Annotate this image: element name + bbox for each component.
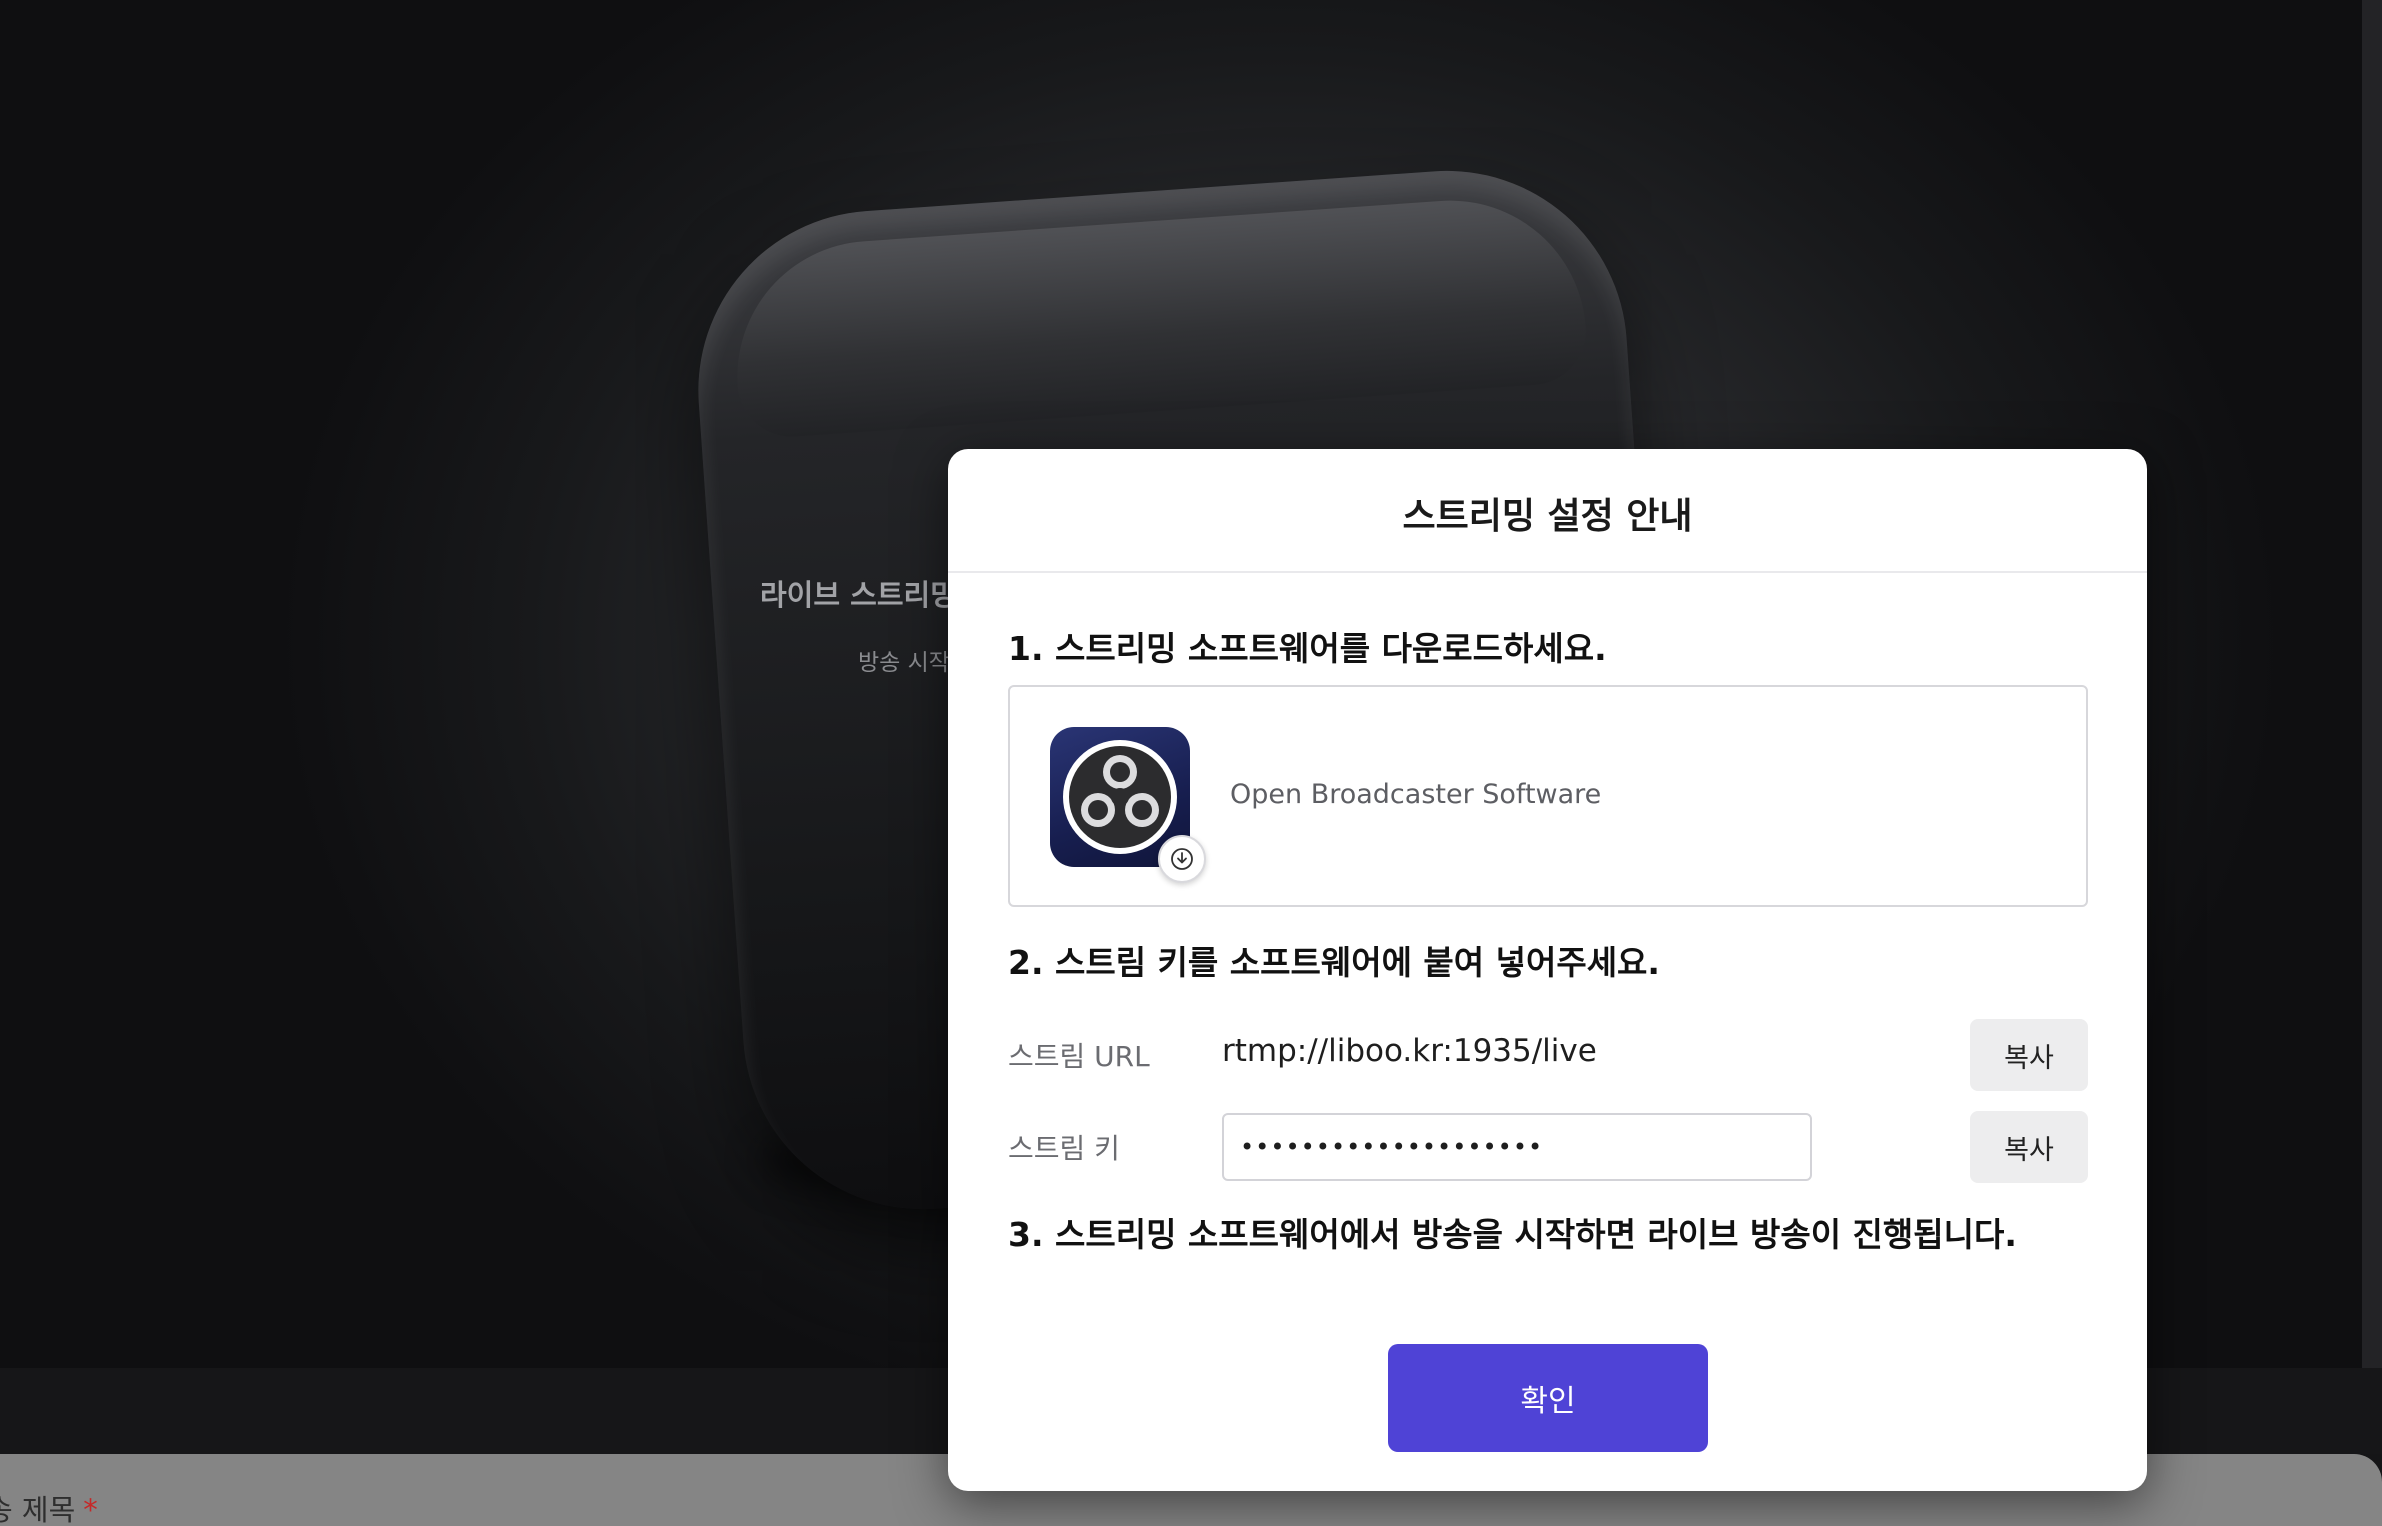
stream-key-label: 스트림 키 bbox=[1008, 1132, 1120, 1165]
download-icon[interactable] bbox=[1158, 835, 1206, 883]
copy-key-button[interactable]: 복사 bbox=[1970, 1111, 2088, 1183]
confirm-button[interactable]: 확인 bbox=[1388, 1344, 1708, 1452]
stream-key-input[interactable] bbox=[1222, 1113, 1812, 1181]
step-2-heading: 2. 스트림 키를 소프트웨어에 붙여 넣어주세요. bbox=[1008, 943, 1660, 982]
software-download-card[interactable]: Open Broadcaster Software bbox=[1008, 685, 2088, 907]
device-top-highlight bbox=[728, 191, 1590, 441]
preview-subtitle: 방송 시작 bbox=[858, 650, 950, 676]
broadcast-title-label-text: 송 제목 bbox=[0, 1493, 76, 1526]
download-arrow-graphic bbox=[1171, 848, 1193, 870]
copy-url-button[interactable]: 복사 bbox=[1970, 1019, 2088, 1091]
screen: 라이브 스트리밍 방송 시작 송 제목* 스트리밍 설정 안내 1. 스트리밍 … bbox=[0, 0, 2382, 1526]
right-edge-strip bbox=[2362, 0, 2382, 1368]
step-1-heading: 1. 스트리밍 소프트웨어를 다운로드하세요. bbox=[1008, 629, 1607, 668]
stream-url-value: rtmp://liboo.kr:1935/live bbox=[1222, 1033, 1597, 1069]
software-name: Open Broadcaster Software bbox=[1230, 779, 1602, 810]
streaming-setup-modal: 스트리밍 설정 안내 1. 스트리밍 소프트웨어를 다운로드하세요. Open … bbox=[948, 449, 2147, 1491]
modal-header: 스트리밍 설정 안내 bbox=[948, 449, 2147, 573]
broadcast-title-label: 송 제목* bbox=[0, 1487, 98, 1526]
required-mark: * bbox=[83, 1493, 98, 1526]
step-3-heading: 3. 스트리밍 소프트웨어에서 방송을 시작하면 라이브 방송이 진행됩니다. bbox=[1008, 1215, 2017, 1254]
modal-title: 스트리밍 설정 안내 bbox=[1402, 496, 1693, 537]
preview-title: 라이브 스트리밍 bbox=[760, 578, 957, 612]
stream-url-label: 스트림 URL bbox=[1008, 1040, 1150, 1073]
